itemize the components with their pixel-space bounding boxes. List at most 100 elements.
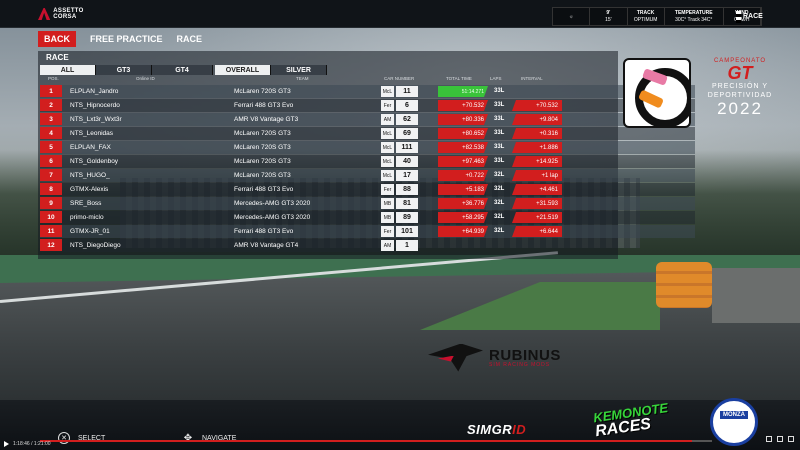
car-number: 11 (396, 86, 418, 97)
row-background (40, 169, 695, 182)
position-badge: 7 (40, 169, 62, 181)
position-badge: 5 (40, 141, 62, 153)
filter-tab-all[interactable]: ALL (40, 65, 96, 75)
total-time: +36.776 (438, 198, 488, 209)
manufacturer-icon: Fer (381, 226, 394, 237)
filter-tabs: ALL GT3 GT4 OVERALL SILVER (40, 65, 327, 75)
session-info: ☼ 9' 15' TRACK OPTIMUM TEMPERATURE 30C° Tra… (552, 7, 762, 26)
laps: 33L (494, 88, 505, 94)
total-time: +97.463 (438, 156, 488, 167)
manufacturer-icon: McL (381, 170, 394, 181)
position-badge: 1 (40, 85, 62, 97)
driver-name: ELPLAN_Jandro (70, 88, 119, 95)
manufacturer-icon: Fer (381, 184, 394, 195)
filter-tab-overall[interactable]: OVERALL (215, 65, 271, 75)
header-pos: POS. (48, 76, 59, 81)
laps: 33L (494, 102, 505, 108)
car-number: 1 (396, 240, 418, 251)
driver-name: NTS_Lxt3r_Wxt3r (70, 116, 122, 123)
time-cell: 9' 15' (590, 8, 628, 25)
car-number: 88 (396, 184, 418, 195)
tab-free-practice[interactable]: FREE PRACTICE (90, 34, 163, 44)
total-time: +80.652 (438, 128, 488, 139)
play-icon[interactable] (4, 440, 9, 447)
row-background (40, 85, 695, 98)
manufacturer-icon: McL (381, 86, 394, 97)
session-type: RACE (736, 8, 768, 25)
fullscreen-icon[interactable] (788, 436, 794, 442)
total-time: +70.532 (438, 100, 488, 111)
bird-icon (428, 343, 483, 372)
header-online-id: Online ID (136, 76, 155, 81)
position-badge: 10 (40, 211, 62, 223)
top-bar: ASSETTO CORSA ☼ 9' 15' TRACK OPTIMUM TEMPE… (0, 0, 800, 28)
laps: 32L (494, 214, 505, 220)
laps: 33L (494, 144, 505, 150)
sponsor-sub: SIM RACING MODS (489, 362, 551, 368)
car-number: 17 (396, 170, 418, 181)
theater-icon[interactable] (777, 436, 783, 442)
driver-name: GTMX-Alexis (70, 186, 109, 193)
filter-tab-gt3[interactable]: GT3 (96, 65, 152, 75)
team-name: McLaren 720S GT3 (234, 88, 291, 95)
interval: +1.886 (512, 142, 562, 153)
total-time: +82.538 (438, 142, 488, 153)
position-badge: 4 (40, 127, 62, 139)
row-background (40, 99, 695, 112)
video-time: 1:18:46 / 1:21:00 (13, 440, 51, 447)
car-number: 40 (396, 156, 418, 167)
tyre-barrier (656, 262, 712, 308)
laps: 33L (494, 116, 505, 122)
manufacturer-icon: McL (381, 142, 394, 153)
laps: 33L (494, 130, 505, 136)
laps: 32L (494, 172, 505, 178)
row-background (40, 197, 695, 210)
filter-tab-gt4[interactable]: GT4 (152, 65, 213, 75)
driver-name: GTMX-JR_01 (70, 228, 110, 235)
logo-icon (38, 8, 51, 20)
driver-name: NTS_DiegoDiego (70, 242, 121, 249)
team-name: McLaren 720S GT3 (234, 130, 291, 137)
team-name: Ferrari 488 GT3 Evo (234, 102, 294, 109)
interval: +21.519 (512, 212, 562, 223)
total-time: +58.295 (438, 212, 488, 223)
header-car-number: CAR NUMBER (384, 76, 415, 81)
laps: 33L (494, 158, 505, 164)
position-badge: 8 (40, 183, 62, 195)
position-badge: 6 (40, 155, 62, 167)
manufacturer-icon: AM (381, 240, 394, 251)
team-name: AMR V8 Vantage GT3 (234, 116, 299, 123)
driver-name: ELPLAN_FAX (70, 144, 111, 151)
team-name: Mercedes-AMG GT3 2020 (234, 214, 311, 221)
total-time: +0.722 (438, 170, 488, 181)
team-name: Ferrari 488 GT3 Evo (234, 186, 294, 193)
car-number: 62 (396, 114, 418, 125)
interval: +4.461 (512, 184, 562, 195)
total-time: 51:14.271 (438, 86, 488, 97)
championship-mark: GT (727, 63, 753, 83)
interval: +70.532 (512, 100, 562, 111)
car-number: 69 (396, 128, 418, 139)
wall (712, 268, 800, 323)
total-time: +5.183 (438, 184, 488, 195)
driver-name: NTS_HUGO_ (70, 172, 110, 179)
manufacturer-icon: Fer (381, 100, 394, 111)
team-name: Ferrari 488 GT3 Evo (234, 228, 294, 235)
settings-icon[interactable] (766, 436, 772, 442)
driver-name: NTS_Leonidas (70, 130, 113, 137)
back-button[interactable]: BACK (38, 31, 76, 47)
filter-tab-silver[interactable]: SILVER (271, 65, 327, 75)
row-background (40, 141, 695, 154)
car-number: 101 (396, 226, 418, 237)
total-time: +80.336 (438, 114, 488, 125)
top-nav: BACK FREE PRACTICE RACE (38, 30, 238, 48)
tab-race[interactable]: RACE (177, 34, 203, 44)
interval: +9.804 (512, 114, 562, 125)
championship-year: 2022 (717, 99, 763, 118)
driver-name: primo-miclo (70, 214, 104, 221)
sponsor-logo: RUBINUS SIM RACING MODS (428, 335, 578, 380)
team-name: McLaren 720S GT3 (234, 158, 291, 165)
interval: +1 lap (512, 170, 562, 181)
championship-line1: PRECISIÓN Y (712, 83, 768, 90)
car-number: 111 (396, 142, 418, 153)
